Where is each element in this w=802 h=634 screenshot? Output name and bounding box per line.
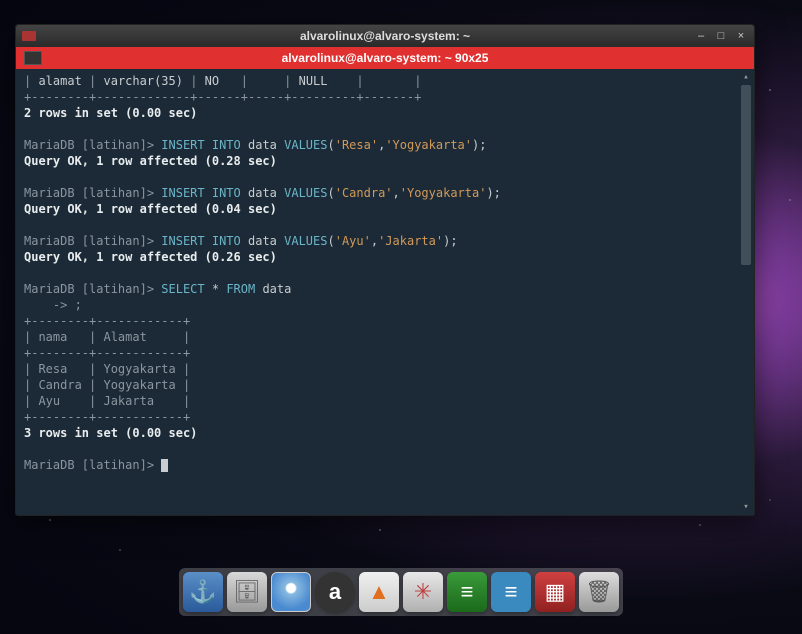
minimize-button[interactable]: – [694, 30, 708, 42]
terminal-tab-bar: alvarolinux@alvaro-system: ~ 90x25 [16, 47, 754, 69]
compass-icon: ✳ [414, 579, 432, 605]
scroll-down-icon[interactable]: ▾ [740, 501, 752, 513]
tiles-icon: ▦ [545, 579, 566, 605]
writer-icon: ≡ [505, 579, 518, 605]
terminal-window: alvarolinux@alvaro-system: ~ – □ × alvar… [15, 24, 755, 516]
window-controls: – □ × [694, 30, 748, 42]
dock: ⚓ 🗄 a ▲ ✳ ≡ ≡ ▦ 🗑 [179, 568, 623, 616]
dock-item-abiword[interactable]: a [315, 572, 355, 612]
dock-item-compass[interactable]: ✳ [403, 572, 443, 612]
scroll-thumb[interactable] [741, 85, 751, 265]
dock-item-chromium[interactable] [271, 572, 311, 612]
anchor-icon: ⚓ [189, 579, 216, 605]
vlc-icon: ▲ [368, 579, 390, 605]
files-icon: 🗄 [233, 579, 261, 605]
dock-item-writer[interactable]: ≡ [491, 572, 531, 612]
trash-icon: 🗑 [585, 579, 613, 605]
dock-item-calc[interactable]: ≡ [447, 572, 487, 612]
dock-item-files[interactable]: 🗄 [227, 572, 267, 612]
app-icon [22, 31, 36, 41]
scrollbar[interactable]: ▴ ▾ [740, 71, 752, 513]
window-titlebar[interactable]: alvarolinux@alvaro-system: ~ – □ × [16, 25, 754, 47]
dock-item-trash[interactable]: 🗑 [579, 572, 619, 612]
dock-item-anchor[interactable]: ⚓ [183, 572, 223, 612]
scroll-up-icon[interactable]: ▴ [740, 71, 752, 83]
abiword-icon: a [329, 579, 341, 605]
window-title: alvarolinux@alvaro-system: ~ [16, 29, 754, 43]
dock-item-tiles[interactable]: ▦ [535, 572, 575, 612]
tab-title: alvarolinux@alvaro-system: ~ 90x25 [16, 51, 754, 65]
cursor [161, 459, 168, 472]
maximize-button[interactable]: □ [714, 30, 728, 42]
close-button[interactable]: × [734, 30, 748, 42]
calc-icon: ≡ [461, 579, 474, 605]
terminal-body[interactable]: | alamat | varchar(35) | NO | | NULL | |… [16, 69, 754, 515]
tab-icon[interactable] [24, 51, 42, 65]
terminal-output: | alamat | varchar(35) | NO | | NULL | |… [24, 73, 746, 473]
dock-item-vlc[interactable]: ▲ [359, 572, 399, 612]
